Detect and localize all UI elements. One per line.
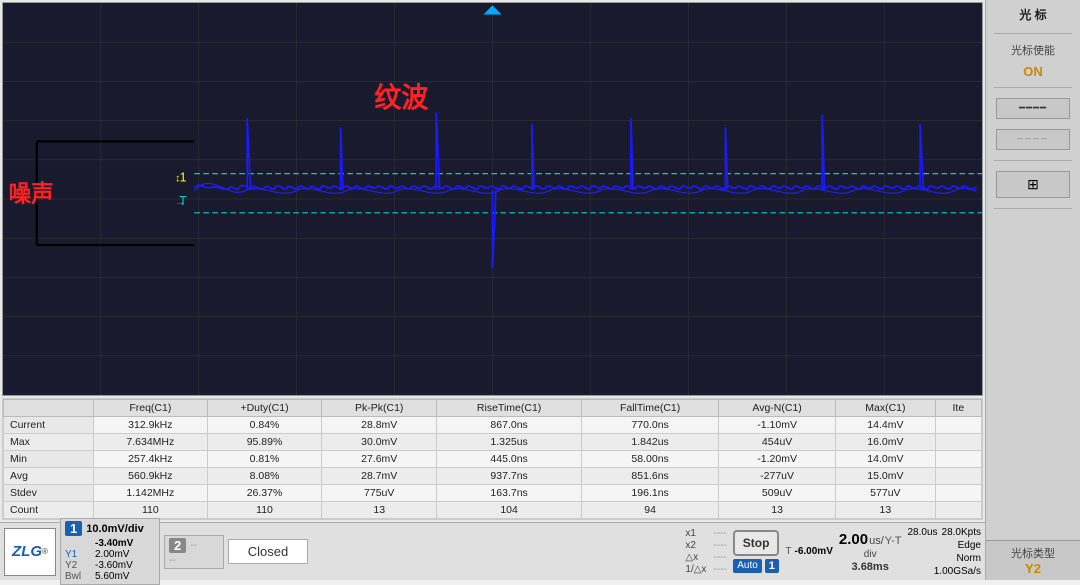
cursor-enable-label: 光标使能	[990, 42, 1076, 58]
col-header-max: Max(C1)	[836, 400, 936, 417]
table-row: Max7.634MHz95.89%30.0mV1.325us1.842us454…	[4, 434, 982, 451]
svg-text:1: 1	[180, 171, 187, 185]
col-header-freq: Freq(C1)	[93, 400, 207, 417]
col-header-label	[4, 400, 94, 417]
stop-button[interactable]: Stop	[733, 530, 780, 556]
col-header-fall: FallTime(C1)	[582, 400, 719, 417]
ch2-dash2: --	[169, 555, 176, 566]
x2-label: x2	[685, 540, 709, 551]
ch1-offset-val: -3.40mV	[95, 538, 133, 549]
cursor-enable-val: ON	[990, 64, 1076, 79]
col-header-avg: Avg-N(C1)	[719, 400, 836, 417]
cursor-solid-line-btn[interactable]: ━━━━	[996, 98, 1070, 119]
ch1-bw-label: Bwl	[65, 571, 93, 582]
table-row: Current312.9kHz0.84%28.8mV867.0ns770.0ns…	[4, 417, 982, 434]
t-val: -6.00mV	[795, 546, 833, 557]
svg-text:→: →	[175, 197, 185, 208]
right-bottom: 光标类型 Y2	[986, 540, 1080, 580]
ch2-dash1: --	[190, 540, 197, 551]
table-header-row: Freq(C1) +Duty(C1) Pk-Pk(C1) RiseTime(C1…	[4, 400, 982, 417]
status-bar: ZLG ® 1 10.0mV/div -3.40mV Y1 2.00mV Y2 …	[0, 522, 985, 580]
time-total: 3.68ms	[839, 561, 902, 573]
pts-k: 28.0Kpts	[942, 527, 981, 538]
right-divider-2	[994, 87, 1072, 88]
col-header-duty: +Duty(C1)	[207, 400, 321, 417]
status-right: x1 ---- x2 ---- △x ---- 1/△x ---- Sto	[685, 527, 981, 577]
time-pts: 28.0us	[907, 527, 937, 538]
closed-display: Closed	[228, 539, 308, 564]
ch1-y2-label: Y2	[65, 560, 93, 571]
inv-label: 1/△x	[685, 564, 709, 575]
cursor-type-label: 光标类型	[990, 545, 1076, 561]
table-row: Stdev1.142MHz26.37%775uV163.7ns196.1ns50…	[4, 485, 982, 502]
norm-label: Norm	[934, 553, 981, 564]
sample-rate: 1.00GSa/s	[934, 566, 981, 577]
ch1-y1-val: 2.00mV	[95, 549, 129, 560]
auto-badge: Auto	[733, 559, 762, 573]
measurement-table-container: Freq(C1) +Duty(C1) Pk-Pk(C1) RiseTime(C1…	[2, 398, 983, 520]
ch1-badge: 1	[65, 521, 82, 536]
time-div-panel: 2.00 us/ Y-T div 3.68ms	[839, 531, 902, 573]
x1x2-panel: x1 ---- x2 ---- △x ---- 1/△x ----	[685, 528, 726, 575]
right-divider-4	[994, 208, 1072, 209]
ch1-trigger-indicator: 1	[765, 559, 779, 573]
ch1-y2-val: -3.60mV	[95, 560, 133, 571]
time-unit: us/	[869, 535, 884, 547]
inv-val: ----	[713, 564, 726, 575]
svg-text:↕: ↕	[175, 174, 180, 185]
right-divider-3	[994, 160, 1072, 161]
edge-label: Edge	[934, 540, 981, 551]
x2-val: ----	[713, 540, 726, 551]
time-div-val: 2.00	[839, 531, 868, 548]
cursor-type-val: Y2	[990, 561, 1076, 576]
main-oscilloscope-area: 1 ↕ T →	[0, 0, 985, 580]
channel1-info: 1 10.0mV/div -3.40mV Y1 2.00mV Y2 -3.60m…	[60, 518, 160, 585]
yt-label: Y-T	[885, 535, 902, 547]
measurement-table: Freq(C1) +Duty(C1) Pk-Pk(C1) RiseTime(C1…	[3, 399, 982, 519]
zlg-logo: ZLG ®	[4, 528, 56, 576]
t-value-panel: T -6.00mV	[785, 546, 832, 557]
col-header-ite: Ite	[935, 400, 981, 417]
dx-label: △x	[685, 552, 709, 563]
edge-norm-panel: Edge Norm 1.00GSa/s	[934, 540, 981, 577]
dx-val: ----	[713, 552, 726, 563]
table-row: Min257.4kHz0.81%27.6mV445.0ns58.00ns-1.2…	[4, 451, 982, 468]
right-divider-1	[994, 33, 1072, 34]
col-header-rise: RiseTime(C1)	[437, 400, 582, 417]
table-row: Count11011013104941313	[4, 502, 982, 519]
ch1-y1-label: Y1	[65, 549, 93, 560]
svg-text:纹波: 纹波	[374, 81, 429, 112]
closed-label: Closed	[248, 544, 288, 559]
channel2-info: 2 -- --	[164, 535, 224, 569]
ch1-div: 10.0mV/div	[86, 523, 143, 535]
ch2-badge: 2	[169, 538, 186, 553]
ch1-bw-val: 5.60mV	[95, 571, 129, 582]
waveform-display: 1 ↕ T →	[2, 2, 983, 396]
cursor-dashed-line-btn[interactable]: ╌╌╌╌	[996, 129, 1070, 150]
right-panel: 光 标 光标使能 ON ━━━━ ╌╌╌╌ ⊞ 光标类型 Y2	[985, 0, 1080, 580]
table-row: Avg560.9kHz8.08%28.7mV937.7ns851.6ns-277…	[4, 468, 982, 485]
t-label: T	[785, 546, 791, 557]
x1-label: x1	[685, 528, 709, 539]
cursor-cross-btn[interactable]: ⊞	[996, 171, 1070, 198]
col-header-pkpk: Pk-Pk(C1)	[322, 400, 437, 417]
svg-text:噪声: 噪声	[9, 181, 54, 206]
x1-val: ----	[713, 528, 726, 539]
right-title: 光 标	[990, 4, 1076, 25]
time-sub: div	[839, 549, 902, 560]
